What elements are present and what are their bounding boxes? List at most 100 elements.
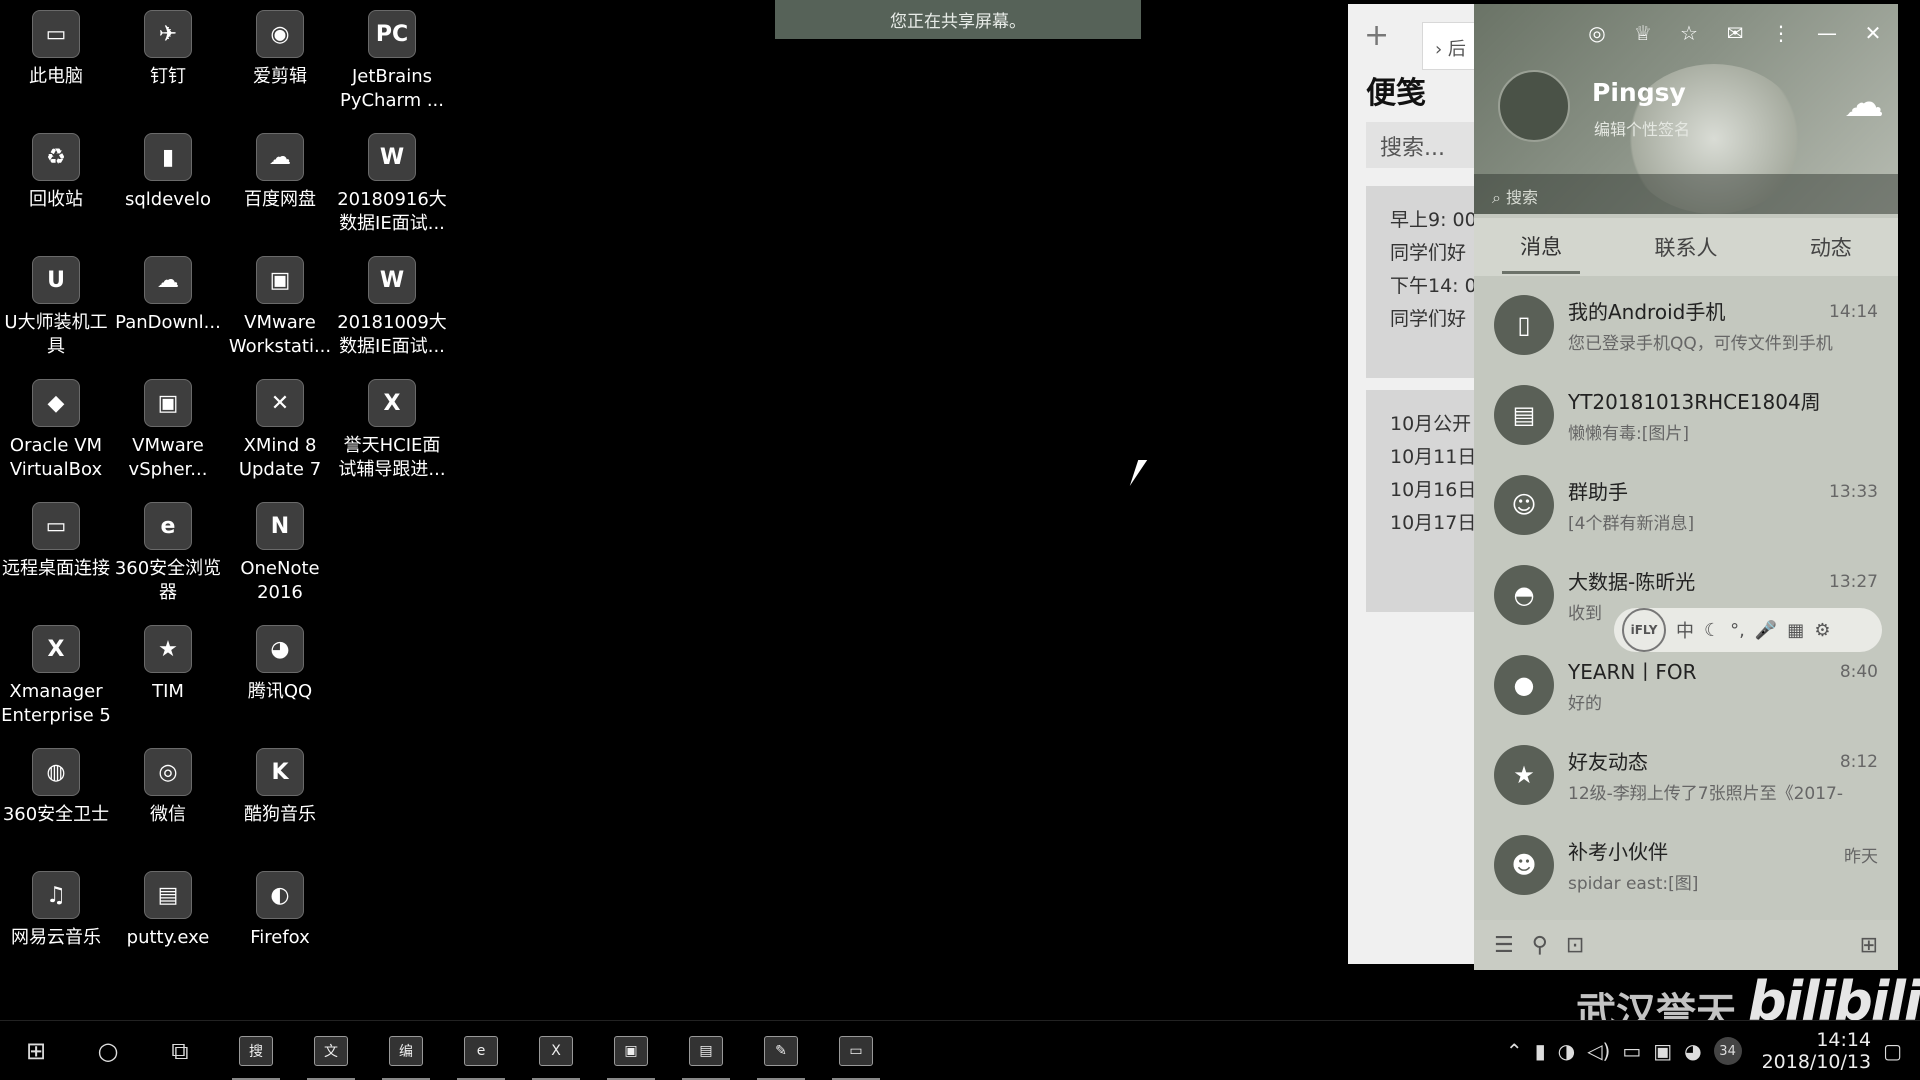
qq-tray-icon[interactable]: ◕: [1684, 1039, 1701, 1063]
main-menu-icon[interactable]: ☰: [1494, 933, 1514, 958]
ifly-tool[interactable]: ☾: [1704, 620, 1720, 641]
ifly-tool[interactable]: ⚙: [1814, 620, 1830, 641]
camera-icon[interactable]: ◎: [1582, 18, 1612, 48]
app-icon: ▤: [144, 871, 192, 919]
tray-app-icon[interactable]: ◑: [1558, 1039, 1575, 1063]
start-button[interactable]: ⊞: [0, 1021, 72, 1080]
desktop-icon[interactable]: ▣ VMware Workstati...: [224, 250, 336, 368]
desktop-icon[interactable]: ✈ 钉钉: [112, 4, 224, 122]
conversation-item[interactable]: ▤ YT20181013RHCE1804周 懒懒有毒:[图片]: [1474, 370, 1898, 460]
desktop-icon[interactable]: ◍ 360安全卫士: [0, 742, 112, 860]
taskbar-app-button[interactable]: ✎: [745, 1021, 817, 1080]
conversation-preview: 12级-李翔上传了7张照片至《2017-: [1568, 784, 1843, 804]
username[interactable]: Pingsy: [1592, 78, 1686, 107]
app-icon: ▣: [256, 256, 304, 304]
taskbar-app-button[interactable]: ▣: [595, 1021, 667, 1080]
taskbar-app-button[interactable]: ▭: [820, 1021, 892, 1080]
desktop-icon[interactable]: ♻ 回收站: [0, 127, 112, 245]
desktop-icon[interactable]: ☁ PanDownl...: [112, 250, 224, 368]
desktop-icon-label: Firefox: [250, 927, 310, 948]
ifly-input-toolbar[interactable]: iFLY 中 ☾ °, 🎤 ▦ ⚙: [1614, 608, 1882, 652]
more-icon[interactable]: ⋮: [1766, 18, 1796, 48]
desktop-icon-label: TIM: [152, 681, 184, 702]
desktop-icon[interactable]: ★ TIM: [112, 619, 224, 737]
network-icon[interactable]: ▣: [1653, 1039, 1672, 1063]
conversation-item[interactable]: ▯ 我的Android手机 您已登录手机QQ，可传文件到手机 14:14: [1474, 280, 1898, 370]
qq-search-input[interactable]: ⌕ 搜索: [1474, 174, 1898, 214]
taskbar-app-button[interactable]: X: [520, 1021, 592, 1080]
tray-app-icon[interactable]: ▮: [1535, 1039, 1546, 1063]
notes-search-input[interactable]: 搜索...: [1366, 122, 1478, 168]
desktop-icon[interactable]: X Xmanager Enterprise 5: [0, 619, 112, 737]
conversation-item[interactable]: ● YEARN丨FOR 好的 8:40: [1474, 640, 1898, 730]
app-manager-icon[interactable]: ⊡: [1566, 933, 1584, 958]
desktop-icon[interactable]: ◆ Oracle VM VirtualBox: [0, 373, 112, 491]
volume-icon[interactable]: ◁): [1587, 1039, 1610, 1063]
star-icon[interactable]: ☆: [1674, 18, 1704, 48]
desktop-icon[interactable]: ▭ 远程桌面连接: [0, 496, 112, 614]
chevron-up-icon[interactable]: ⌃: [1506, 1039, 1523, 1063]
desktop-icon[interactable]: e 360安全浏览 器: [112, 496, 224, 614]
clock[interactable]: 14:14 2018/10/13: [1762, 1029, 1872, 1073]
mail-icon[interactable]: ✉: [1720, 18, 1750, 48]
desktop-icon[interactable]: ◎ 微信: [112, 742, 224, 860]
conversation-text: 好友动态 12级-李翔上传了7张照片至《2017-: [1568, 746, 1878, 804]
conversation-list: ▯ 我的Android手机 您已登录手机QQ，可传文件到手机 14:14 ▤ YT2018…: [1474, 280, 1898, 910]
minimize-icon[interactable]: —: [1812, 18, 1842, 48]
note-card[interactable]: 10月公开 10月11日 10月16日 10月17日: [1366, 390, 1478, 612]
cortana-search-icon[interactable]: ○: [72, 1021, 144, 1080]
ifly-tool[interactable]: 🎤: [1755, 620, 1777, 641]
desktop-icon[interactable]: U U大师装机工 具: [0, 250, 112, 368]
taskbar-app-button[interactable]: ▤: [670, 1021, 742, 1080]
signature[interactable]: 编辑个性签名: [1594, 116, 1690, 140]
taskbar-app-button[interactable]: e: [445, 1021, 517, 1080]
desktop-icon[interactable]: ◐ Firefox: [224, 865, 336, 983]
apps-grid-icon[interactable]: ⊞: [1860, 933, 1878, 958]
avatar[interactable]: [1498, 70, 1570, 142]
notes-nav-button[interactable]: › 后: [1422, 22, 1478, 70]
ifly-tool[interactable]: °,: [1730, 620, 1745, 641]
ifly-tool[interactable]: ▦: [1787, 620, 1804, 641]
conversation-item[interactable]: ☺ 群助手 [4个群有新消息] 13:33: [1474, 460, 1898, 550]
conversation-item[interactable]: ★ 好友动态 12级-李翔上传了7张照片至《2017- 8:12: [1474, 730, 1898, 820]
note-card[interactable]: 早上9: 00 同学们好 下午14: 0 同学们好: [1366, 186, 1478, 378]
ifly-logo[interactable]: iFLY: [1622, 608, 1666, 652]
desktop-icon[interactable]: K 酷狗音乐: [224, 742, 336, 860]
desktop-icon[interactable]: ▭ 此电脑: [0, 4, 112, 122]
desktop-icon[interactable]: ◕ 腾讯QQ: [224, 619, 336, 737]
desktop-icon[interactable]: ✕ XMind 8 Update 7: [224, 373, 336, 491]
desktop-icon[interactable]: PC JetBrains PyCharm ...: [336, 4, 448, 122]
desktop-icon[interactable]: ▮ sqldevelo: [112, 127, 224, 245]
tab-moments[interactable]: 动态: [1792, 222, 1870, 272]
tab-messages[interactable]: 消息: [1502, 221, 1581, 274]
skin-icon[interactable]: ♕: [1628, 18, 1658, 48]
conversation-item[interactable]: ☻ 补考小伙伴 spidar east:[图] 昨天: [1474, 820, 1898, 910]
desktop-icon[interactable]: ♫ 网易云音乐: [0, 865, 112, 983]
taskbar-app-button[interactable]: 搜: [220, 1021, 292, 1080]
weather-icon[interactable]: ☁: [1844, 80, 1884, 126]
ifly-tool[interactable]: 中: [1676, 617, 1694, 643]
desktop-icon[interactable]: W 20181009大 数据IE面试...: [336, 250, 448, 368]
app-icon: ▣: [144, 379, 192, 427]
desktop-icon[interactable]: N OneNote 2016: [224, 496, 336, 614]
desktop-icon-label: 腾讯QQ: [247, 681, 313, 702]
task-view-icon[interactable]: ⧉: [144, 1021, 216, 1080]
tab-contacts[interactable]: 联系人: [1636, 222, 1735, 272]
taskbar-app-button[interactable]: 编: [370, 1021, 442, 1080]
action-center-icon[interactable]: ▢: [1883, 1039, 1902, 1063]
desktop-icon[interactable]: ◉ 爱剪辑: [224, 4, 336, 122]
screen-share-banner[interactable]: 您正在共享屏幕。: [775, 0, 1141, 39]
desktop-icon[interactable]: ▣ VMware vSpher...: [112, 373, 224, 491]
close-icon[interactable]: ✕: [1858, 18, 1888, 48]
taskbar-app-button[interactable]: 文: [295, 1021, 367, 1080]
desktop-icon-label: 回收站: [29, 189, 83, 210]
desktop-icon[interactable]: X 誉天HCIE面 试辅导跟进...: [336, 373, 448, 491]
battery-icon[interactable]: ▭: [1622, 1039, 1641, 1063]
add-friend-icon[interactable]: ⚲: [1532, 933, 1548, 958]
desktop-icon[interactable]: W 20180916大 数据IE面试...: [336, 127, 448, 245]
notification-badge[interactable]: 34: [1713, 1037, 1742, 1065]
desktop-icon[interactable]: ☁ 百度网盘: [224, 127, 336, 245]
conversation-text: 补考小伙伴 spidar east:[图]: [1568, 836, 1878, 894]
desktop-icon[interactable]: ▤ putty.exe: [112, 865, 224, 983]
new-note-button[interactable]: +: [1364, 18, 1389, 53]
